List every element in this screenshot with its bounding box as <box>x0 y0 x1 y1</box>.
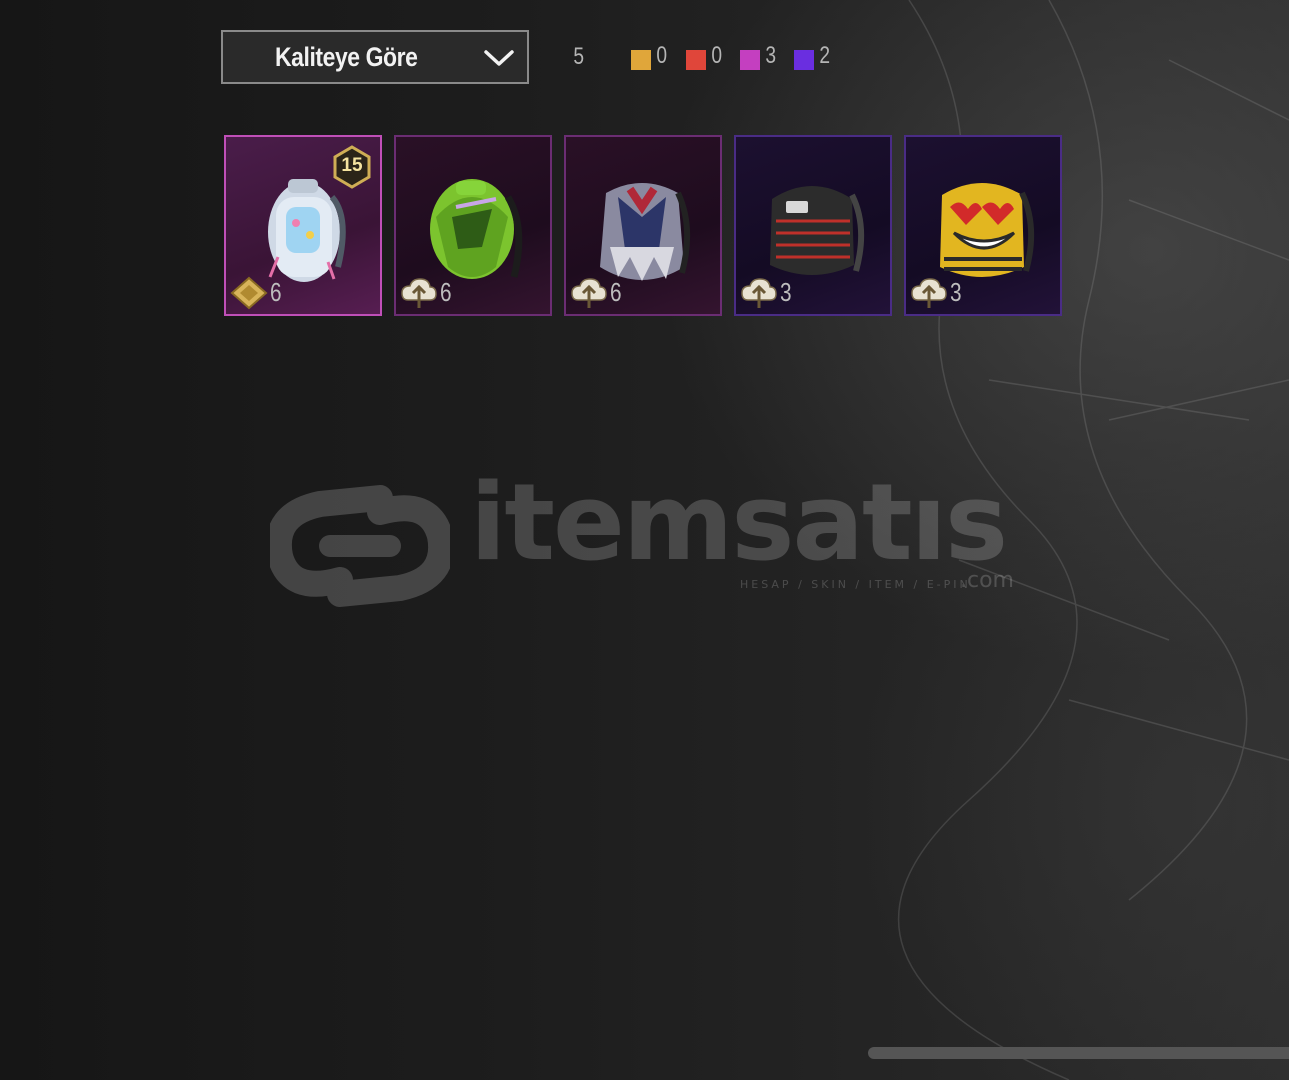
upgrade-cloud-icon <box>741 278 777 308</box>
total-count: 5 <box>573 43 585 70</box>
item-count: 6 <box>270 277 282 307</box>
watermark: itemsatıs HESAP / SKIN / ITEM / E-PIN .c… <box>270 470 1030 610</box>
diamond-coupon-icon <box>230 276 268 310</box>
sort-label: Kaliteye Göre <box>275 42 418 72</box>
level-badge: 15 <box>332 145 372 189</box>
upgrade-cloud-icon <box>401 278 437 308</box>
item-card-backpack-2[interactable]: 6 <box>394 135 552 316</box>
quality-count-value: 3 <box>765 42 777 69</box>
horizontal-scrollbar[interactable] <box>868 1047 1289 1059</box>
item-card-backpack-4[interactable]: 3 <box>734 135 892 316</box>
item-count: 3 <box>950 277 962 307</box>
quality-count-value: 2 <box>819 42 831 69</box>
watermark-domain: .com <box>960 568 1014 593</box>
chevron-down-icon <box>484 50 514 66</box>
item-card-backpack-5[interactable]: 3 <box>904 135 1062 316</box>
gold-swatch <box>631 50 651 70</box>
link-logo-icon <box>270 485 450 607</box>
quality-count-value: 0 <box>656 42 668 69</box>
upgrade-cloud-icon <box>911 278 947 308</box>
watermark-tagline: HESAP / SKIN / ITEM / E-PIN <box>740 578 971 591</box>
pink-swatch <box>740 50 760 70</box>
item-count: 6 <box>610 277 622 307</box>
watermark-brand: itemsatıs <box>470 461 1008 584</box>
purple-swatch <box>794 50 814 70</box>
item-count: 6 <box>440 277 452 307</box>
inventory-screen: { "sort": { "label": "Kaliteye Göre" }, … <box>0 0 1289 1080</box>
red-swatch <box>686 50 706 70</box>
sort-dropdown[interactable]: Kaliteye Göre <box>221 30 529 84</box>
item-level: 15 <box>341 155 363 176</box>
item-card-backpack-1[interactable]: 15 6 <box>224 135 382 316</box>
upgrade-cloud-icon <box>571 278 607 308</box>
item-card-backpack-3[interactable]: 6 <box>564 135 722 316</box>
quality-count-value: 0 <box>711 42 723 69</box>
item-count: 3 <box>780 277 792 307</box>
